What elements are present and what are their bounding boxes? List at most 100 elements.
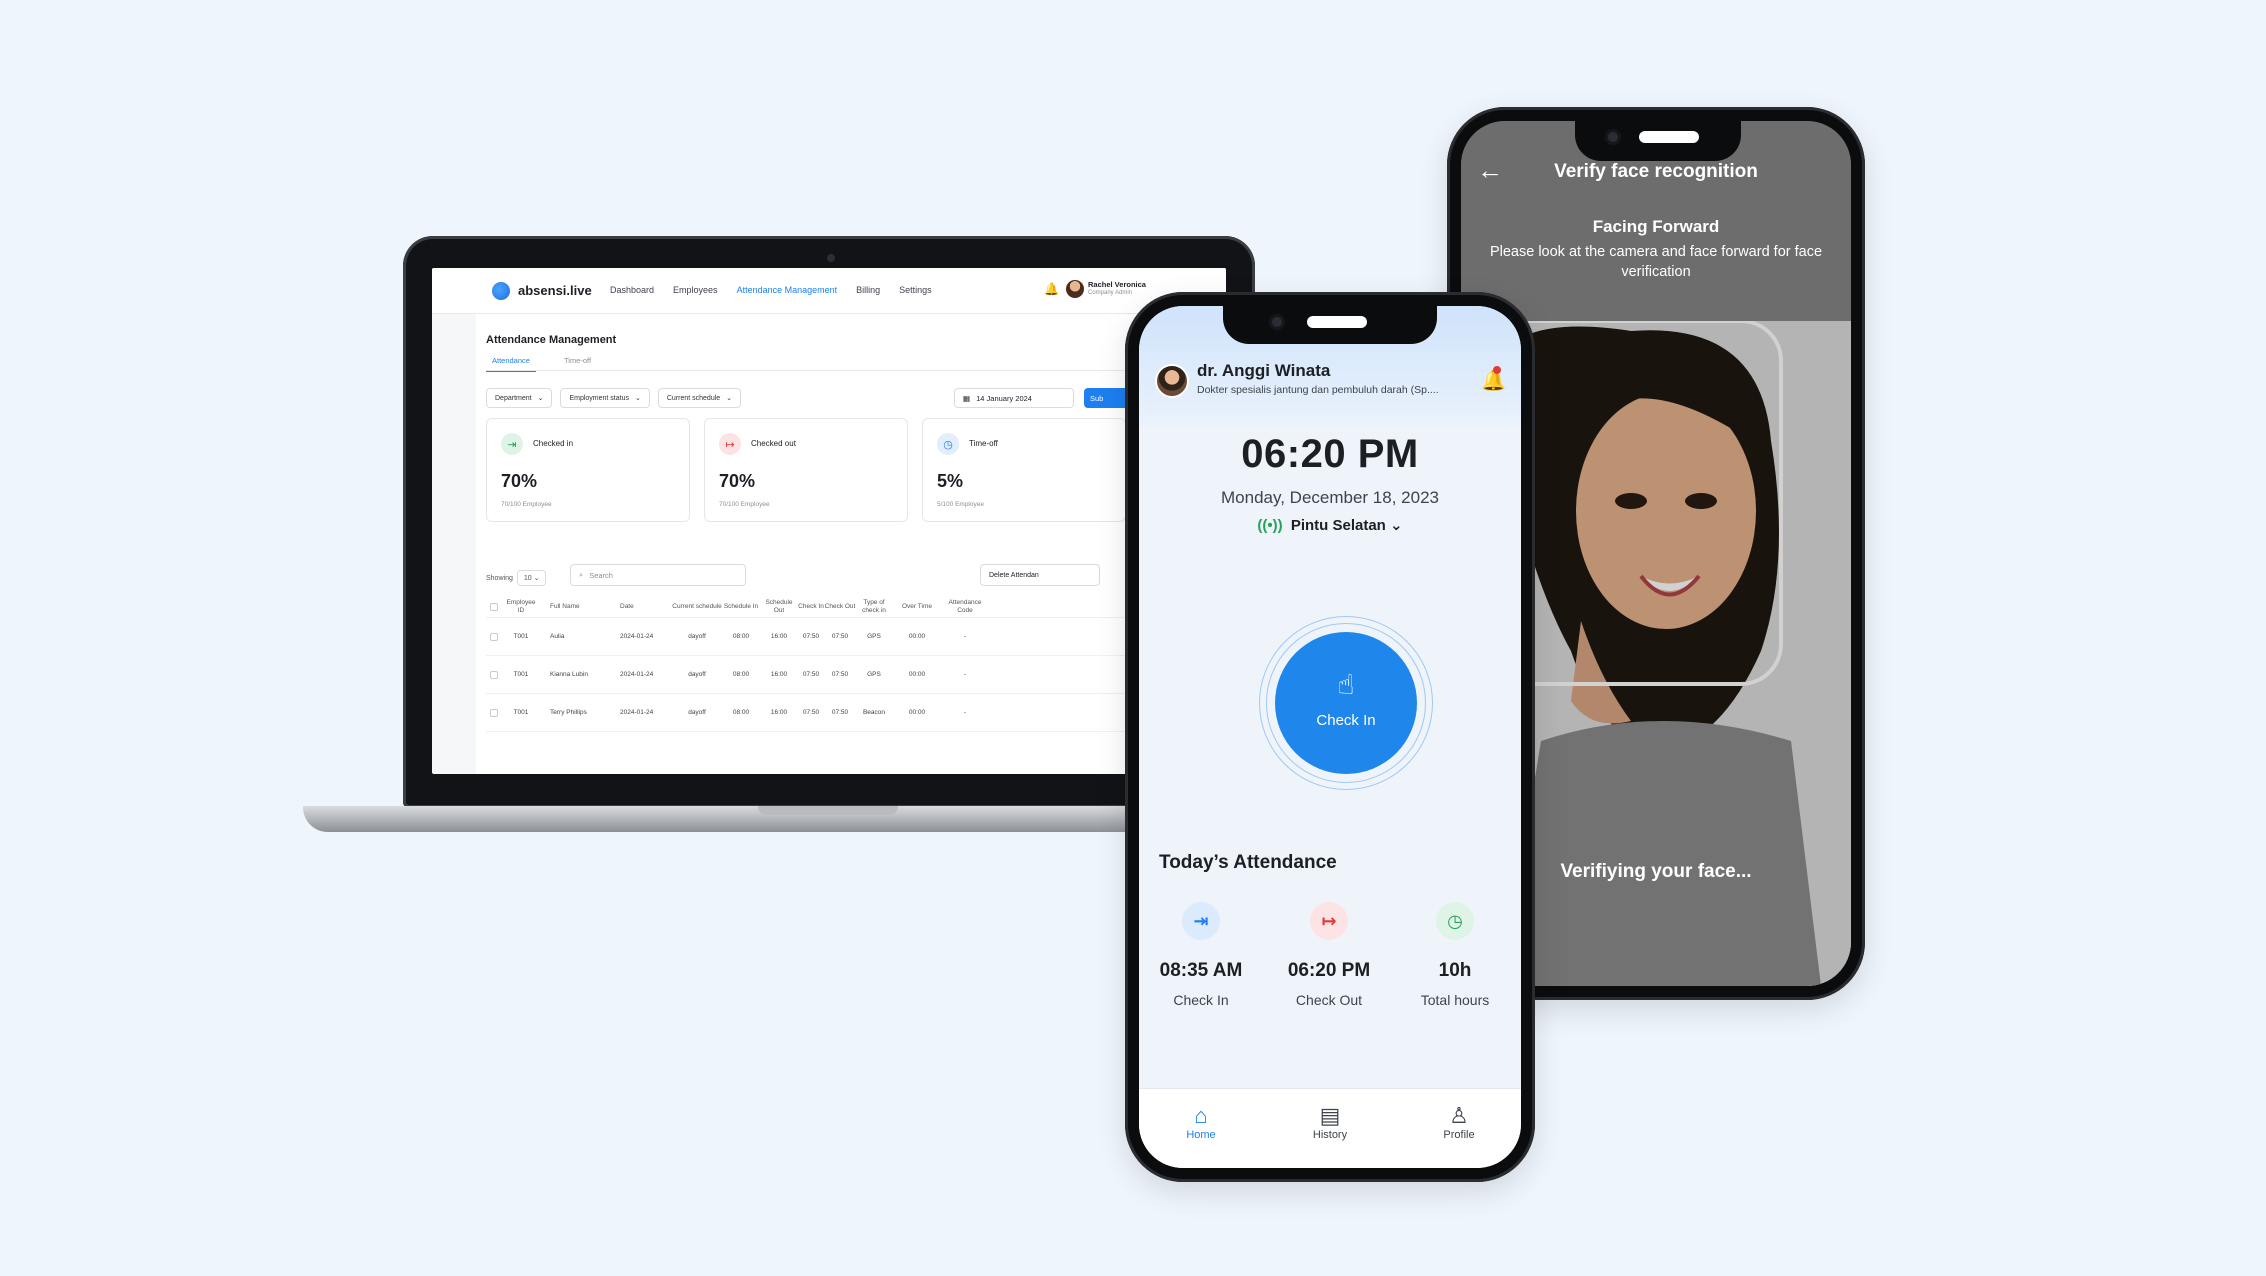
nav-settings[interactable]: Settings [899,285,932,295]
todays-attendance-title: Today’s Attendance [1159,852,1337,873]
top-navbar: absensi.live Dashboard Employees Attenda… [432,268,1226,314]
nav-dashboard[interactable]: Dashboard [610,285,654,295]
col-schedule-out: Schedule Out [765,599,793,614]
row-checkbox[interactable] [490,708,498,717]
total-hours-value: 10h [1438,960,1472,981]
location-selector[interactable]: ((•)) Pintu Selatan ⌄ [1139,516,1521,534]
cell-check-in: 07:50 [802,708,820,716]
login-icon: ⇥ [1182,902,1220,940]
tab-profile-label: Profile [1443,1129,1475,1141]
chevron-down-icon: ⌄ [537,395,544,402]
row-checkbox[interactable] [490,632,498,641]
nav-attendance-management[interactable]: Attendance Management [737,285,838,295]
doctor-avatar[interactable] [1155,364,1189,398]
location-name: Pintu Selatan [1290,517,1386,534]
table-row[interactable]: T001 Terry Phillips 2024-01-24 dayoff 08:00 1… [486,694,1186,732]
filter-row: Department ⌄ Employment status ⌄ Current s… [486,388,742,408]
tab-profile[interactable]: ♙ Profile [1419,1103,1499,1141]
tab-history[interactable]: ▤ History [1290,1103,1370,1141]
chevron-down-icon: ⌄ [1390,517,1403,534]
department-filter[interactable]: Department ⌄ [486,388,553,408]
cell-current-schedule: dayoff [688,670,706,678]
cell-over-time: 00:00 [908,708,926,716]
stat-sub: 70/100 Employee [501,501,552,508]
chevron-down-icon: ⌄ [726,395,733,402]
cell-check-in-type: Beacon [862,708,886,716]
brand-name: absensi.live [518,283,592,298]
attendance-check-out: ↦ 06:20 PM Check Out [1267,902,1391,1008]
stat-label: Checked in [533,439,574,448]
delete-attendance-button[interactable]: Delete Attendan [980,564,1100,586]
check-in-caption: Check In [1173,992,1229,1008]
check-out-time: 06:20 PM [1287,960,1371,981]
row-checkbox[interactable] [490,670,498,679]
col-employee-id: Employee ID [506,599,536,614]
clock-icon: ◷ [937,433,959,455]
cell-attendance-code: - [963,632,967,640]
total-hours-caption: Total hours [1420,992,1490,1008]
login-icon: ⇥ [501,433,523,455]
nav-links: Dashboard Employees Attendance Managemen… [610,285,932,295]
user-avatar[interactable] [1066,280,1084,298]
tab-history-label: History [1312,1129,1348,1141]
stat-label: Checked out [751,439,796,448]
check-in-time: 08:35 AM [1159,960,1243,981]
cell-schedule-in: 08:00 [732,670,750,678]
col-over-time: Over Time [902,602,932,610]
search-input[interactable]: ⌕ Search [570,564,746,586]
check-in-button[interactable]: ☝ Check In [1275,632,1417,774]
front-camera [1605,129,1621,145]
tab-home-label: Home [1186,1129,1216,1141]
signal-icon: ((•)) [1257,517,1283,534]
cell-date: 2024-01-24 [620,633,654,640]
page-size-select[interactable]: 10 ⌄ [516,570,547,586]
cell-check-out: 07:50 [831,708,849,716]
nav-employees[interactable]: Employees [673,285,718,295]
page-size-value: 10 [523,575,532,582]
cell-check-in-type: GPS [867,670,881,678]
notification-bell-icon[interactable]: 🔔 [1044,282,1059,296]
verifying-status: Verifiying your face... [1560,861,1752,882]
cell-over-time: 00:00 [908,632,926,640]
table-row[interactable]: T001 Aulia 2024-01-24 dayoff 08:00 16:00 07:50… [486,618,1186,656]
cell-full-name: Aulia [550,633,565,640]
tab-home[interactable]: ⌂ Home [1161,1103,1241,1141]
col-full-name: Full Name [550,603,580,610]
cell-date: 2024-01-24 [620,671,654,678]
bottom-tab-bar: ⌂ Home ▤ History ♙ Profile [1139,1088,1521,1168]
logout-icon: ↦ [719,433,741,455]
check-in-label: Check In [1316,712,1376,729]
home-icon: ⌂ [1194,1103,1208,1128]
document-icon: ▤ [1319,1103,1341,1128]
stat-time-off: ◷ Time-off 5% 5/100 Employee [922,418,1126,522]
table-row[interactable]: T001 Kianna Lubin 2024-01-24 dayoff 08:00 16:… [486,656,1186,694]
logout-icon: ↦ [1310,902,1348,940]
col-attendance-code: Attendance Code [948,599,982,614]
date-picker[interactable]: ▦ 14 January 2024 [954,388,1074,408]
col-check-in: Check In [798,602,824,610]
app-phone-frame: dr. Anggi Winata Dokter spesialis jantun… [1125,292,1535,1182]
nav-billing[interactable]: Billing [856,285,880,295]
face-phone-notch [1575,117,1741,161]
current-schedule-filter[interactable]: Current schedule ⌄ [657,388,742,408]
stat-value: 5% [937,471,964,491]
doctor-specialty: Dokter spesialis jantung dan pembuluh da… [1197,384,1439,396]
attendance-panel: Attendance Management Attendance Time-of… [476,314,1226,774]
stat-value: 70% [501,471,538,491]
person-icon: ♙ [1449,1103,1469,1128]
department-filter-label: Department [495,394,532,402]
calendar-icon: ▦ [963,393,971,403]
cell-schedule-out: 16:00 [770,632,788,640]
cell-check-in: 07:50 [802,670,820,678]
select-all-checkbox[interactable] [490,602,498,611]
employment-status-filter[interactable]: Employment status ⌄ [560,388,650,408]
table-header: Employee ID Full Name Date Current sched… [486,596,1186,618]
cell-check-in-type: GPS [867,632,881,640]
facing-title: Facing Forward [1592,217,1720,236]
cell-attendance-code: - [963,670,967,678]
current-schedule-label: Current schedule [666,394,721,402]
col-date: Date [620,603,634,610]
cell-attendance-code: - [963,708,967,716]
page-size-control: Showing 10 ⌄ [486,570,547,586]
search-placeholder: Search [589,570,613,580]
